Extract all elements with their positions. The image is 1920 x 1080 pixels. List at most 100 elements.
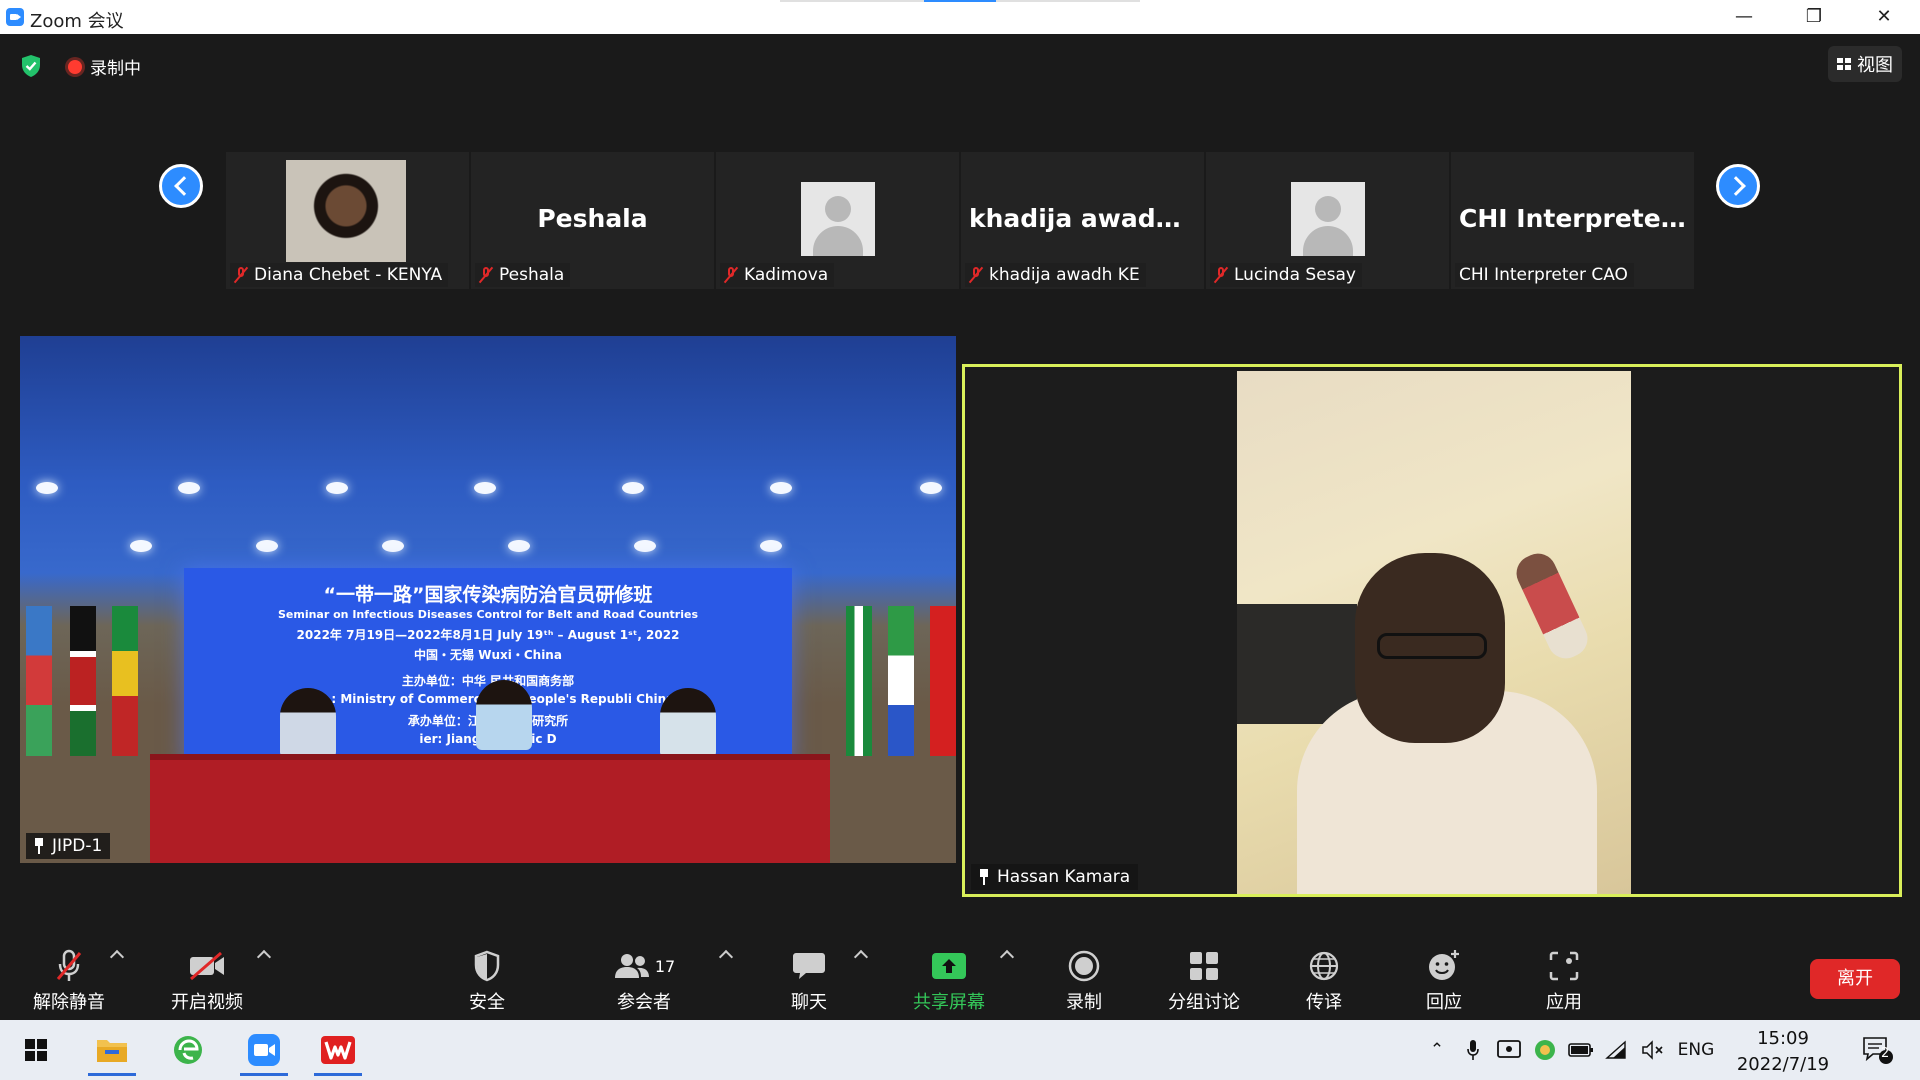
video-tile-conference[interactable]: “一带一路”国家传染病防治官员研修班 Seminar on Infectious… <box>20 336 956 863</box>
pin-icon <box>979 869 989 885</box>
video-participant-name: JIPD-1 <box>52 836 103 856</box>
window-titlebar: Zoom 会议 — ❐ ✕ <box>0 0 1920 34</box>
pin-icon <box>34 838 44 854</box>
windows-taskbar: ⌃ ENG 15:09 2022/7/19 2 <box>0 1020 1920 1080</box>
recording-dot-icon <box>68 59 82 74</box>
app-status-tray-icon[interactable] <box>1530 1020 1560 1080</box>
participant-label: Lucinda Sesay <box>1210 263 1362 287</box>
recording-indicator[interactable]: 录制中 <box>68 54 141 79</box>
clock-time: 15:09 <box>1757 1028 1809 1049</box>
share-screen-label: 共享屏幕 <box>913 992 985 1013</box>
default-avatar-icon <box>800 182 875 256</box>
grid-view-icon <box>1837 58 1851 70</box>
input-language-indicator[interactable]: ENG <box>1674 1020 1718 1080</box>
screen-capture-tray-icon[interactable] <box>1494 1020 1524 1080</box>
participants-count: 17 <box>654 956 676 976</box>
window-title: Zoom 会议 <box>30 11 124 32</box>
record-button[interactable]: 录制 <box>1029 948 1139 1014</box>
reaction-emoji-icon <box>1429 950 1459 980</box>
default-avatar-icon <box>1290 182 1365 256</box>
zoom-app-icon <box>248 1034 280 1066</box>
encryption-shield-icon[interactable] <box>20 54 42 78</box>
zoom-taskbar-button[interactable] <box>234 1024 294 1076</box>
participants-options-caret-icon[interactable] <box>718 949 734 965</box>
notification-center-button[interactable]: 2 <box>1856 1020 1900 1080</box>
participant-thumbnail[interactable]: Kadimova <box>716 152 959 289</box>
start-video-button[interactable]: 开启视频 <box>152 948 262 1014</box>
globe-icon <box>1309 951 1339 981</box>
share-screen-icon <box>932 953 966 979</box>
meeting-toolbar: 解除静音 开启视频 安全 17 参会者 聊天 共享屏幕 录制 分组讨论 传译 回… <box>0 938 1920 1020</box>
participant-name: khadija awadh KE <box>989 265 1140 285</box>
battery-tray-icon[interactable] <box>1566 1020 1596 1080</box>
participants-button[interactable]: 17 参会者 <box>589 948 699 1014</box>
participant-display-name: Peshala <box>537 204 648 233</box>
close-button[interactable]: ✕ <box>1850 0 1918 34</box>
participant-thumbnail[interactable]: Lucinda Sesay <box>1206 152 1449 289</box>
view-label: 视图 <box>1857 55 1893 76</box>
zoom-logo-icon <box>6 8 24 26</box>
mic-muted-icon <box>724 266 738 284</box>
video-participant-name: Hassan Kamara <box>997 867 1131 887</box>
screen-title-en: Seminar on Infectious Diseases Control f… <box>277 608 698 621</box>
speaker-camera-feed <box>1237 371 1631 894</box>
participant-photo <box>286 160 406 262</box>
breakout-rooms-button[interactable]: 分组讨论 <box>1149 948 1259 1014</box>
wifi-tray-icon[interactable] <box>1602 1020 1632 1080</box>
security-button[interactable]: 安全 <box>432 948 542 1014</box>
view-button[interactable]: 视图 <box>1828 46 1902 82</box>
next-page-button[interactable] <box>1716 164 1760 208</box>
participant-thumbnail[interactable]: khadija awadh KE khadija awadh KE <box>961 152 1204 289</box>
windows-start-button[interactable] <box>6 1024 66 1076</box>
folder-icon <box>97 1040 127 1062</box>
mic-muted-icon <box>234 266 248 284</box>
participant-thumbnail[interactable]: CHI Interpreter... CHI Interpreter CAO <box>1451 152 1694 289</box>
breakout-rooms-label: 分组讨论 <box>1168 992 1240 1013</box>
reactions-button[interactable]: 回应 <box>1389 948 1499 1014</box>
interpretation-button[interactable]: 传译 <box>1269 948 1379 1014</box>
reactions-label: 回应 <box>1426 992 1462 1013</box>
browser-taskbar-button[interactable] <box>158 1024 218 1076</box>
minimize-button[interactable]: — <box>1710 0 1778 34</box>
mic-muted-icon <box>479 266 493 284</box>
participant-label: Kadimova <box>720 263 835 287</box>
mic-muted-icon <box>1214 266 1228 284</box>
breakout-rooms-icon <box>1190 952 1218 980</box>
taskbar-clock[interactable]: 15:09 2022/7/19 <box>1718 1026 1848 1078</box>
file-explorer-taskbar-button[interactable] <box>82 1024 142 1076</box>
previous-page-button[interactable] <box>159 164 203 208</box>
participant-display-name: khadija awadh KE <box>969 204 1204 233</box>
conference-table <box>150 754 830 863</box>
video-name-label: JIPD-1 <box>26 833 111 859</box>
wps-taskbar-button[interactable] <box>308 1024 368 1076</box>
chevron-left-icon <box>173 176 194 196</box>
share-screen-button[interactable]: 共享屏幕 <box>894 948 1004 1014</box>
loading-bar <box>780 0 1140 2</box>
chat-button[interactable]: 聊天 <box>754 948 864 1014</box>
participant-name: Kadimova <box>744 265 829 285</box>
participant-thumbnail[interactable]: Peshala Peshala <box>471 152 714 289</box>
mic-muted-icon <box>969 266 983 284</box>
notification-count: 2 <box>1881 1046 1890 1061</box>
participant-thumbnail[interactable]: Diana Chebet - KENYA <box>226 152 469 289</box>
chat-bubble-icon <box>793 953 825 979</box>
screen-location: 中国・无锡 Wuxi・China <box>414 648 562 662</box>
unmute-button[interactable]: 解除静音 <box>14 948 124 1014</box>
clock-date: 2022/7/19 <box>1736 1054 1830 1075</box>
record-icon <box>1068 950 1100 982</box>
tray-expand-chevron-icon[interactable]: ⌃ <box>1420 1020 1454 1080</box>
participant-label: Diana Chebet - KENYA <box>230 263 449 287</box>
record-label: 录制 <box>1066 992 1102 1013</box>
microphone-tray-icon[interactable] <box>1460 1020 1486 1080</box>
mic-muted-icon <box>56 949 82 981</box>
restore-button[interactable]: ❐ <box>1780 0 1848 34</box>
leave-meeting-button[interactable]: 离开 <box>1810 959 1900 999</box>
video-tile-active-speaker[interactable]: Hassan Kamara <box>962 364 1902 897</box>
interpretation-label: 传译 <box>1306 992 1342 1013</box>
screen-title-cn: “一带一路”国家传染病防治官员研修班 <box>323 584 653 606</box>
recording-label: 录制中 <box>90 59 141 79</box>
apps-button[interactable]: 应用 <box>1509 948 1619 1014</box>
start-video-label: 开启视频 <box>171 992 243 1013</box>
volume-muted-tray-icon[interactable] <box>1638 1020 1668 1080</box>
chat-label: 聊天 <box>791 992 827 1013</box>
